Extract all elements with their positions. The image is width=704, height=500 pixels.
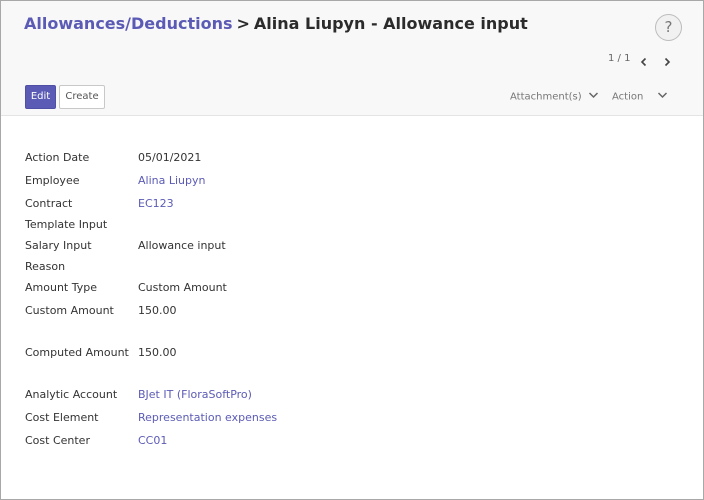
employee-link[interactable]: Alina Liupyn [138,174,205,187]
contract-link[interactable]: EC123 [138,197,174,210]
control-panel: Allowances/Deductions > Alina Liupyn - All… [1,1,703,116]
edit-button[interactable]: Edit [25,85,56,109]
template-input-label: Template Input [25,218,108,231]
form-window: Allowances/Deductions > Alina Liupyn - All… [0,0,704,500]
analytic-account-link[interactable]: BJet IT (FloraSoftPro) [138,388,252,401]
computed-amount-value: 150.00 [138,346,177,359]
reason-label: Reason [25,260,66,273]
custom-amount-label: Custom Amount [25,304,114,317]
help-button[interactable]: ? [655,14,682,41]
salary-input-value: Allowance input [138,239,226,252]
analytic-account-label: Analytic Account [25,388,118,401]
chevron-right-icon [664,57,671,67]
cost-element-label: Cost Element [25,411,99,424]
action-dropdown[interactable]: Action [612,91,668,103]
action-date-label: Action Date [25,151,90,164]
cost-center-link[interactable]: CC01 [138,434,167,447]
chevron-left-icon [640,57,647,67]
page-title: Alina Liupyn - Allowance input [253,14,528,33]
amount-type-value: Custom Amount [138,281,227,294]
contract-label: Contract [25,197,73,210]
pager-next-button[interactable] [661,53,673,67]
chevron-down-icon [588,91,599,102]
breadcrumb-separator: > [236,14,250,33]
attachments-dropdown[interactable]: Attachment(s) [510,91,599,103]
cost-element-link[interactable]: Representation expenses [138,411,277,424]
chevron-down-icon [657,91,668,102]
custom-amount-value: 150.00 [138,304,177,317]
breadcrumb: Allowances/Deductions > Alina Liupyn - All… [24,14,528,33]
pager-previous-button[interactable] [638,53,650,67]
create-button[interactable]: Create [59,85,105,109]
salary-input-label: Salary Input [25,239,92,252]
attachments-dropdown-label: Attachment(s) [510,91,582,103]
pager-counter[interactable]: 1 / 1 [608,53,630,64]
action-date-value: 05/01/2021 [138,151,202,164]
action-dropdown-label: Action [612,91,644,103]
computed-amount-label: Computed Amount [25,346,129,359]
breadcrumb-parent-link[interactable]: Allowances/Deductions [24,14,233,33]
cost-center-label: Cost Center [25,434,90,447]
amount-type-label: Amount Type [25,281,97,294]
employee-label: Employee [25,174,80,187]
